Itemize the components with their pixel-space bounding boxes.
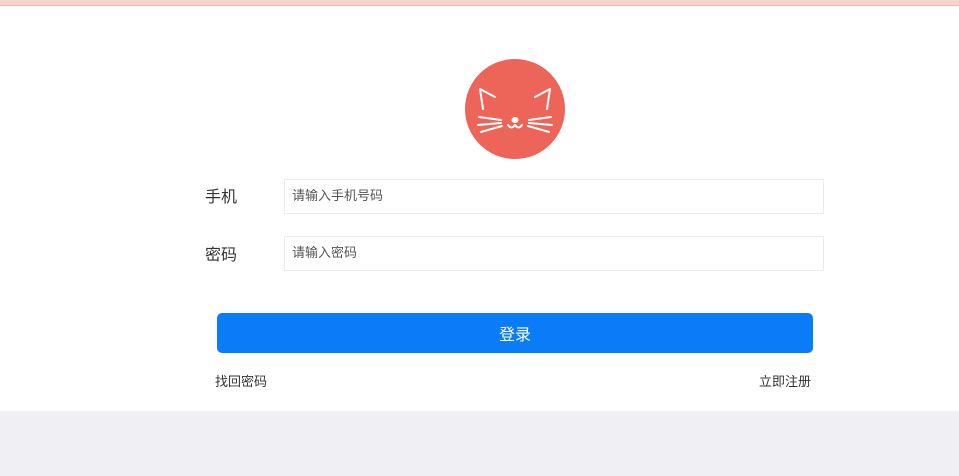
password-label: 密码 (205, 245, 238, 264)
phone-input[interactable] (284, 179, 824, 214)
login-panel: 手机 密码 登录 找回密码 立即注册 (0, 6, 959, 411)
cat-logo-icon (465, 59, 565, 159)
password-input[interactable] (284, 236, 824, 271)
login-button[interactable]: 登录 (217, 313, 813, 353)
phone-label: 手机 (205, 187, 238, 206)
register-link[interactable]: 立即注册 (759, 375, 811, 391)
forgot-password-link[interactable]: 找回密码 (215, 375, 267, 391)
